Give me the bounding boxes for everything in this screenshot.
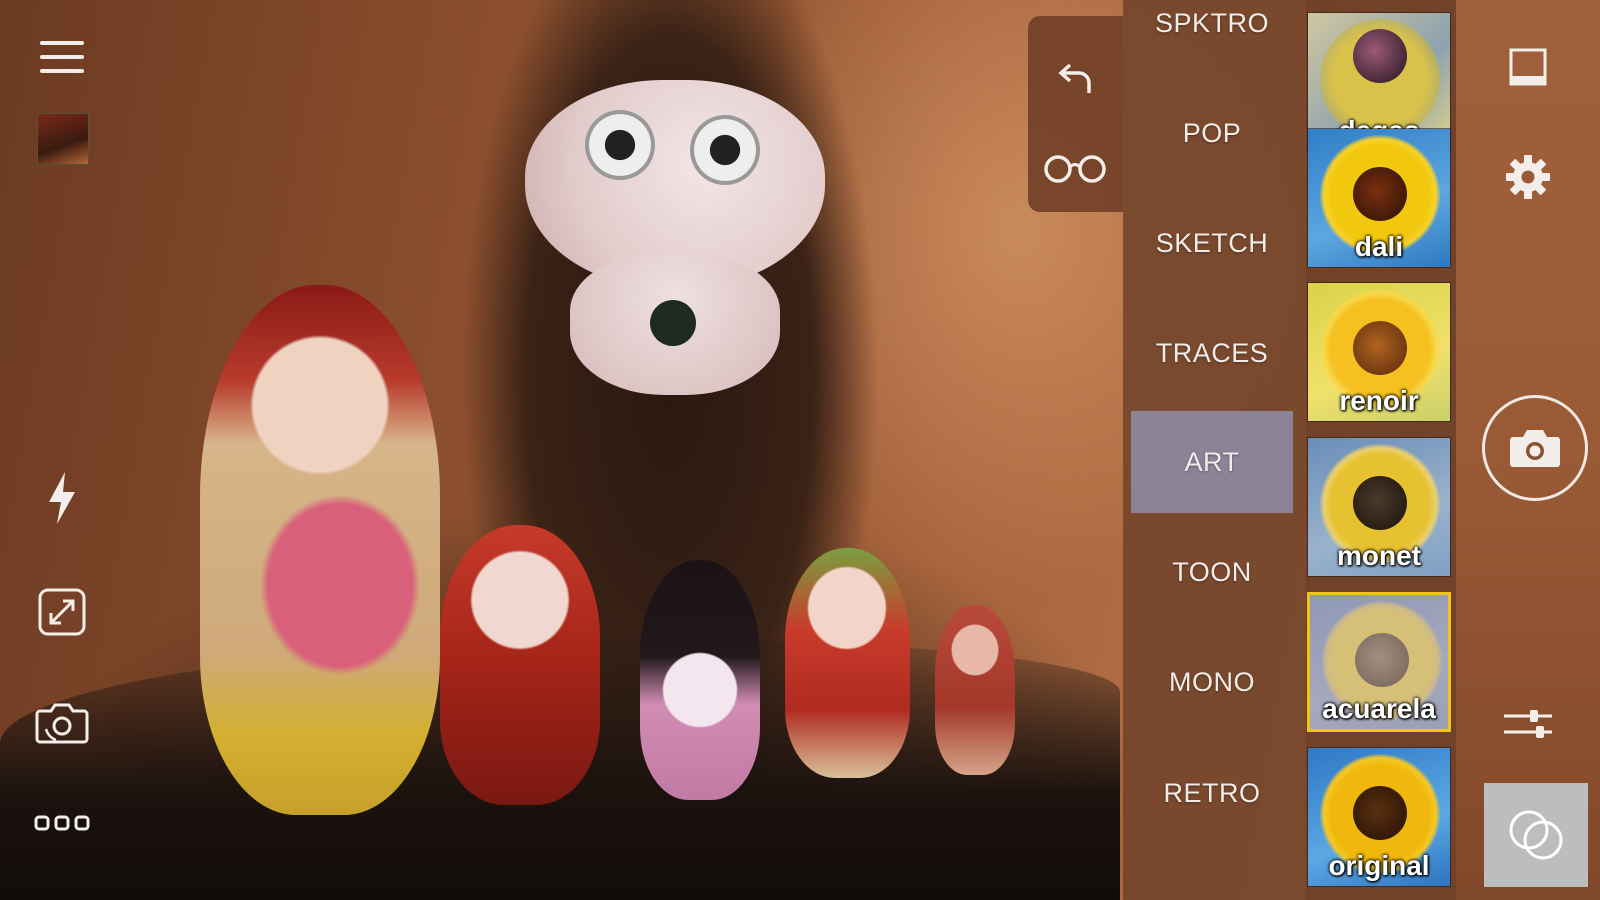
category-mono[interactable]: MONO — [1131, 631, 1293, 733]
effect-label: renoir — [1339, 385, 1419, 416]
category-label: RETRO — [1163, 777, 1261, 808]
resize-button[interactable] — [32, 586, 92, 638]
category-label: SKETCH — [1155, 227, 1269, 258]
viewfinder-kokeshi-doll — [640, 560, 760, 800]
viewfinder-dog-eye-right — [690, 115, 760, 185]
overlapping-circles-icon — [1509, 810, 1563, 860]
category-label: ART — [1184, 446, 1240, 477]
category-toon[interactable]: TOON — [1131, 521, 1293, 623]
effect-label: acuarela — [1322, 693, 1436, 724]
viewfinder-matryoshka-large — [200, 285, 440, 815]
camera-icon — [1510, 430, 1560, 467]
category-retro[interactable]: RETRO — [1131, 742, 1293, 844]
effect-thumbnail-list: degas dali renoir monet acuarela origina… — [1306, 0, 1456, 900]
effect-thumb-renoir[interactable]: renoir — [1307, 282, 1451, 422]
more-options-button[interactable] — [32, 808, 92, 838]
blend-mode-button[interactable] — [1484, 783, 1588, 887]
viewfinder-matryoshka-small — [785, 548, 910, 778]
category-art[interactable]: ART — [1131, 411, 1293, 513]
effect-thumb-dali[interactable]: dali — [1307, 128, 1451, 268]
effect-thumb-acuarela[interactable]: acuarela — [1307, 592, 1451, 732]
category-label: MONO — [1169, 666, 1255, 697]
category-pop[interactable]: POP — [1131, 82, 1293, 184]
viewfinder-matryoshka-medium — [440, 525, 600, 805]
menu-button[interactable] — [32, 32, 92, 82]
lightning-bolt-icon — [49, 472, 75, 524]
category-spktro[interactable]: SPKTRO — [1131, 0, 1293, 74]
viewfinder-dog-button — [650, 300, 696, 346]
sliders-icon — [1504, 710, 1552, 738]
switch-camera-icon — [35, 703, 89, 744]
undo-arrow-icon — [1058, 63, 1091, 93]
adjustments-button[interactable] — [1501, 700, 1555, 748]
effect-label: dali — [1354, 231, 1404, 262]
effect-label: original — [1328, 850, 1430, 881]
shutter-button[interactable] — [1482, 395, 1588, 501]
category-label: TOON — [1172, 556, 1252, 587]
viewfinder-dog-eye-left — [585, 110, 655, 180]
three-dots-icon — [34, 815, 90, 831]
switch-camera-button[interactable] — [32, 695, 92, 751]
flash-button[interactable] — [32, 468, 92, 528]
effect-thumb-original[interactable]: original — [1307, 747, 1451, 887]
gallery-thumbnail-button[interactable] — [37, 113, 89, 165]
gear-icon — [1506, 155, 1550, 199]
tools-panel — [1028, 16, 1123, 212]
category-label: TRACES — [1155, 337, 1269, 368]
aspect-ratio-icon — [1509, 48, 1547, 86]
effect-category-list: SPKTRO POP SKETCH TRACES ART TOON MONO R… — [1123, 0, 1306, 900]
right-toolbar — [1456, 0, 1600, 900]
category-traces[interactable]: TRACES — [1131, 302, 1293, 404]
viewfinder-matryoshka-tiny — [935, 605, 1015, 775]
effect-thumb-monet[interactable]: monet — [1307, 437, 1451, 577]
aspect-ratio-button[interactable] — [1506, 45, 1550, 89]
glasses-button[interactable] — [1042, 148, 1108, 188]
hamburger-menu-icon — [40, 41, 84, 73]
effect-label: monet — [1337, 540, 1421, 571]
category-label: POP — [1182, 117, 1242, 148]
settings-button[interactable] — [1501, 150, 1555, 204]
left-toolbar — [0, 0, 125, 900]
resize-arrows-icon — [38, 588, 86, 636]
glasses-icon — [1044, 155, 1106, 183]
undo-button[interactable] — [1050, 54, 1100, 104]
category-sketch[interactable]: SKETCH — [1131, 192, 1293, 294]
category-label: SPKTRO — [1154, 7, 1270, 38]
